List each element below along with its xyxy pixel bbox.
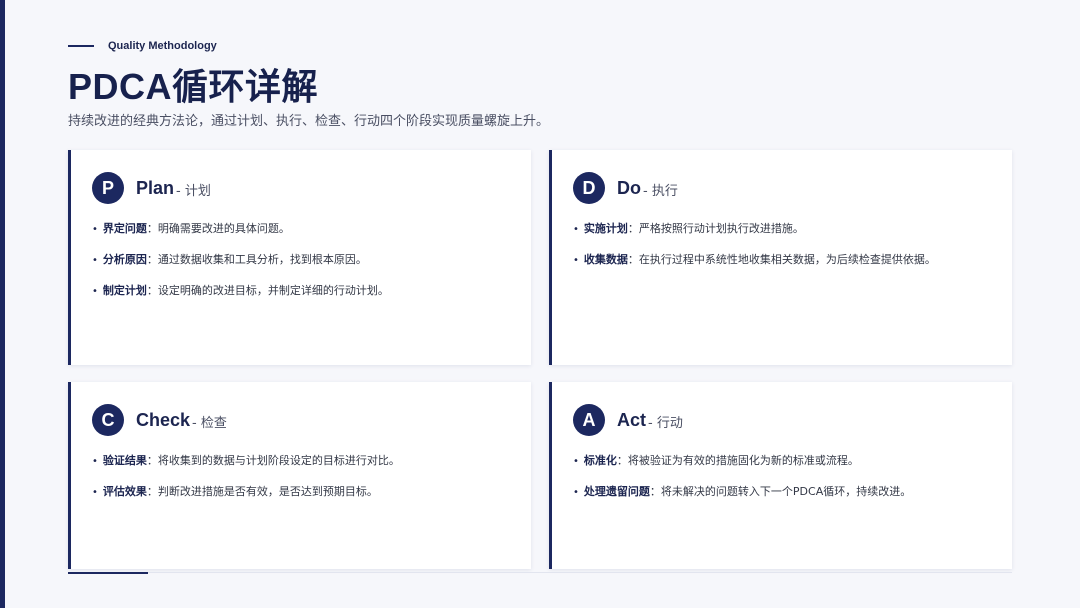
item-separator: ： xyxy=(616,454,628,467)
card-header: C Check - 检查 xyxy=(92,404,227,436)
item-separator: ： xyxy=(146,485,158,498)
card-title-en: Do xyxy=(617,177,641,198)
card-title-cn: - 计划 xyxy=(176,183,211,199)
eyebrow-line xyxy=(68,45,94,47)
item-separator: ： xyxy=(649,485,661,498)
bullet-icon: • xyxy=(573,487,579,498)
letter-badge: P xyxy=(92,172,124,204)
item-desc: 判断改进措施是否有效，是否达到预期目标。 xyxy=(157,485,378,498)
item-term: 实施计划 xyxy=(583,222,628,235)
bullet-icon: • xyxy=(92,224,98,235)
card-check: C Check - 检查 • 验证结果：将收集到的数据与计划阶段设定的目标进行对… xyxy=(68,382,531,569)
card-header: A Act - 行动 xyxy=(573,404,683,436)
card-plan: P Plan - 计划 • 界定问题：明确需要改进的具体问题。 • 分析原因：通… xyxy=(68,150,531,365)
bullet-icon: • xyxy=(92,456,98,467)
letter-badge: C xyxy=(92,404,124,436)
card-do: D Do - 执行 • 实施计划：严格按照行动计划执行改进措施。 • 收集数据：… xyxy=(549,150,1012,365)
item-list: • 实施计划：严格按照行动计划执行改进措施。 • 收集数据：在执行过程中系统性地… xyxy=(573,222,993,284)
page-title: PDCA循环详解 xyxy=(68,66,319,107)
item-term: 制定计划 xyxy=(102,284,147,297)
card-title-en: Act xyxy=(617,409,647,430)
item-separator: ： xyxy=(146,253,158,266)
list-item: • 标准化：将被验证为有效的措施固化为新的标准或流程。 xyxy=(573,454,993,469)
item-desc: 严格按照行动计划执行改进措施。 xyxy=(638,222,804,235)
item-desc: 将收集到的数据与计划阶段设定的目标进行对比。 xyxy=(157,454,400,467)
list-item: • 界定问题：明确需要改进的具体问题。 xyxy=(92,222,512,237)
item-list: • 验证结果：将收集到的数据与计划阶段设定的目标进行对比。 • 评估效果：判断改… xyxy=(92,454,512,516)
eyebrow-text: Quality Methodology xyxy=(108,40,217,52)
item-term: 评估效果 xyxy=(102,485,147,498)
list-item: • 实施计划：严格按照行动计划执行改进措施。 xyxy=(573,222,993,237)
bullet-icon: • xyxy=(92,255,98,266)
item-desc: 在执行过程中系统性地收集相关数据，为后续检查提供依据。 xyxy=(638,253,936,266)
bullet-icon: • xyxy=(573,224,579,235)
card-title-cn: - 检查 xyxy=(192,415,227,431)
list-item: • 收集数据：在执行过程中系统性地收集相关数据，为后续检查提供依据。 xyxy=(573,253,993,268)
item-term: 标准化 xyxy=(583,454,617,467)
list-item: • 处理遗留问题：将未解决的问题转入下一个PDCA循环，持续改进。 xyxy=(573,485,993,500)
slide: Quality Methodology PDCA循环详解 持续改进的经典方法论，… xyxy=(0,0,1080,608)
item-separator: ： xyxy=(146,454,158,467)
card-header: P Plan - 计划 xyxy=(92,172,211,204)
item-term: 界定问题 xyxy=(102,222,147,235)
item-list: • 界定问题：明确需要改进的具体问题。 • 分析原因：通过数据收集和工具分析，找… xyxy=(92,222,512,315)
item-desc: 设定明确的改进目标，并制定详细的行动计划。 xyxy=(157,284,389,297)
item-term: 收集数据 xyxy=(583,253,628,266)
item-term: 分析原因 xyxy=(102,253,147,266)
left-accent-bar xyxy=(0,0,5,608)
bottom-accent-line xyxy=(68,572,148,574)
item-separator: ： xyxy=(627,253,639,266)
list-item: • 验证结果：将收集到的数据与计划阶段设定的目标进行对比。 xyxy=(92,454,512,469)
item-desc: 将未解决的问题转入下一个PDCA循环，持续改进。 xyxy=(660,485,912,498)
bullet-icon: • xyxy=(573,456,579,467)
card-act: A Act - 行动 • 标准化：将被验证为有效的措施固化为新的标准或流程。 •… xyxy=(549,382,1012,569)
item-desc: 明确需要改进的具体问题。 xyxy=(157,222,290,235)
item-list: • 标准化：将被验证为有效的措施固化为新的标准或流程。 • 处理遗留问题：将未解… xyxy=(573,454,993,516)
letter-badge: D xyxy=(573,172,605,204)
letter-badge: A xyxy=(573,404,605,436)
eyebrow: Quality Methodology xyxy=(68,40,217,52)
list-item: • 制定计划：设定明确的改进目标，并制定详细的行动计划。 xyxy=(92,284,512,299)
list-item: • 评估效果：判断改进措施是否有效，是否达到预期目标。 xyxy=(92,485,512,500)
pdca-grid: P Plan - 计划 • 界定问题：明确需要改进的具体问题。 • 分析原因：通… xyxy=(68,150,1012,570)
item-separator: ： xyxy=(146,222,158,235)
card-title-en: Plan xyxy=(136,177,175,198)
bullet-icon: • xyxy=(92,286,98,297)
item-separator: ： xyxy=(627,222,639,235)
card-title-en: Check xyxy=(136,409,191,430)
page-subtitle: 持续改进的经典方法论，通过计划、执行、检查、行动四个阶段实现质量螺旋上升。 xyxy=(68,114,550,129)
bullet-icon: • xyxy=(92,487,98,498)
item-term: 验证结果 xyxy=(102,454,147,467)
item-desc: 将被验证为有效的措施固化为新的标准或流程。 xyxy=(627,454,859,467)
card-header: D Do - 执行 xyxy=(573,172,678,204)
list-item: • 分析原因：通过数据收集和工具分析，找到根本原因。 xyxy=(92,253,512,268)
bottom-divider xyxy=(148,572,1012,573)
item-separator: ： xyxy=(146,284,158,297)
card-title-cn: - 行动 xyxy=(648,415,683,431)
item-term: 处理遗留问题 xyxy=(583,485,650,498)
item-desc: 通过数据收集和工具分析，找到根本原因。 xyxy=(157,253,367,266)
card-title-cn: - 执行 xyxy=(643,183,678,199)
bullet-icon: • xyxy=(573,255,579,266)
